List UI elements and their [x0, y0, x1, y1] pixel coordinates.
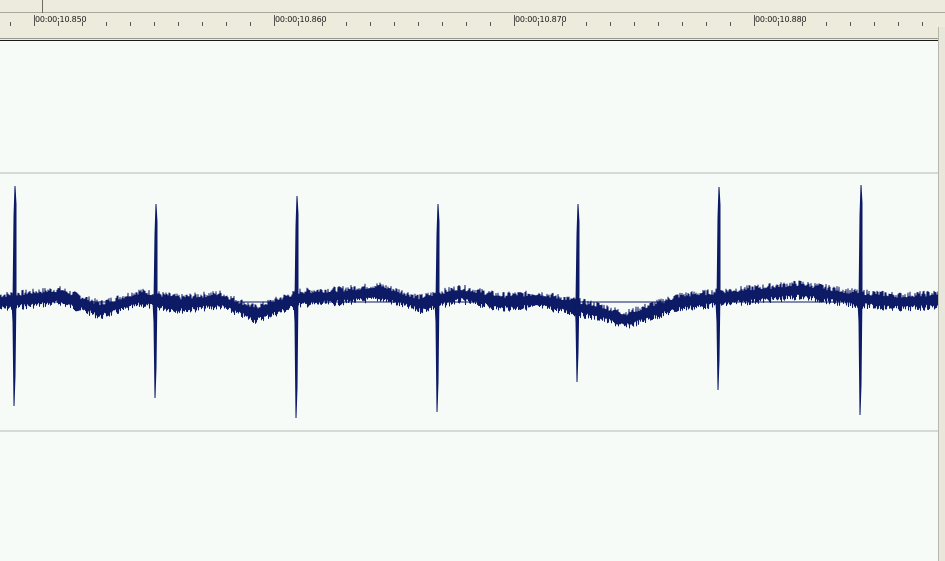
- waveform-spike-5: [574, 203, 580, 383]
- track-header-strip: [0, 0, 945, 13]
- waveform-spike-4: [434, 203, 440, 413]
- waveform-spike-2: [152, 203, 158, 399]
- timeline-ruler[interactable]: 00:00:10.850 00:00:10.860 00:00:10.870 0…: [0, 13, 945, 41]
- waveform-spike-7: [857, 184, 863, 416]
- waveform-signal: [0, 280, 938, 329]
- ruler-label-10870: 00:00:10.870: [515, 15, 567, 24]
- ruler-label-10860: 00:00:10.860: [275, 15, 327, 24]
- waveform-spike-1: [11, 185, 17, 407]
- waveform-spike-3: [293, 195, 299, 419]
- waveform-view[interactable]: [0, 41, 938, 561]
- audio-editor-window: 00:00:10.850 00:00:10.860 00:00:10.870 0…: [0, 0, 945, 561]
- waveform-area[interactable]: [0, 41, 938, 561]
- ruler-label-10850: 00:00:10.850: [35, 15, 87, 24]
- vertical-scrollbar[interactable]: [938, 27, 945, 561]
- waveform-spike-6: [715, 186, 721, 391]
- ruler-label-10880: 00:00:10.880: [755, 15, 807, 24]
- header-divider: [42, 0, 43, 13]
- ruler-separator: [0, 38, 945, 39]
